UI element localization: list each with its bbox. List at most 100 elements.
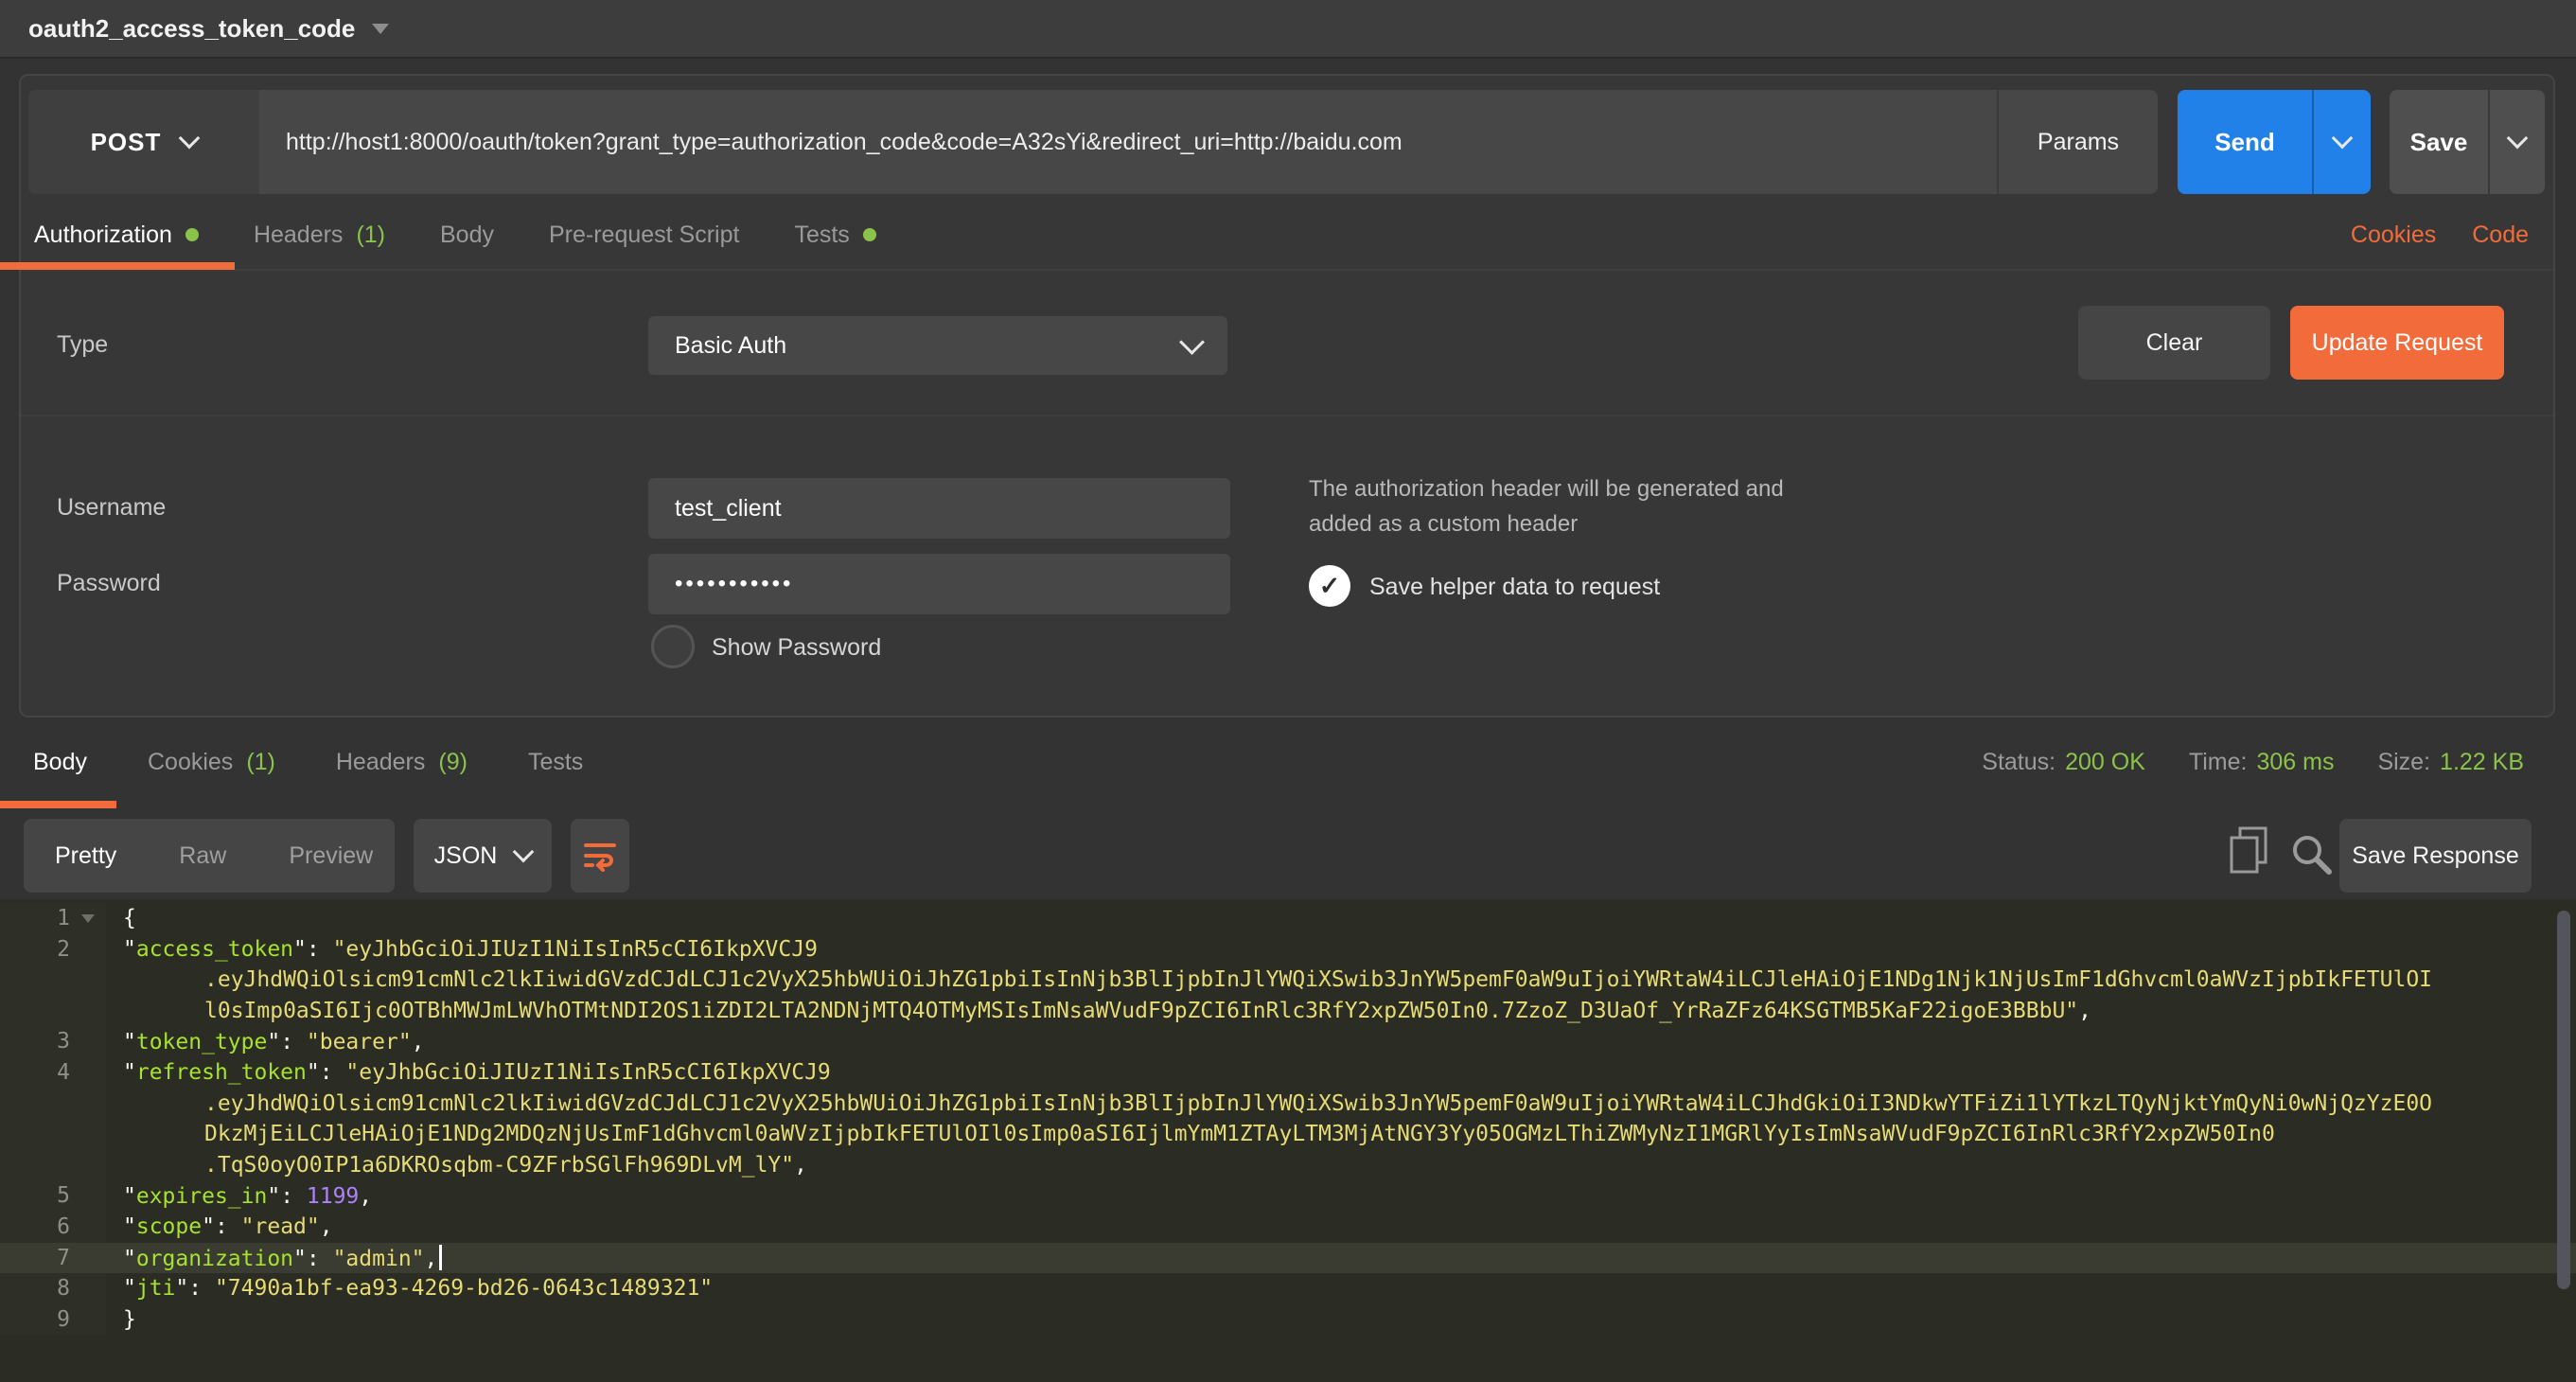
code-text: .eyJhdWQiOlsicm91cmNlc2lkIiwidGVzdCJdLCJ… (106, 1091, 2432, 1116)
params-button[interactable]: Params (1997, 90, 2158, 194)
code-line: 2"access_token": "eyJhbGciOiJIUzI1NiIsIn… (0, 934, 2576, 966)
line-number (0, 1089, 106, 1120)
auth-type-value: Basic Auth (675, 332, 786, 360)
tab-body-label: Body (440, 221, 494, 249)
wrap-text-button[interactable] (571, 819, 629, 893)
url-input[interactable]: http://host1:8000/oauth/token?grant_type… (259, 90, 1997, 194)
update-request-button[interactable]: Update Request (2290, 306, 2504, 380)
code-line: 8"jti": "7490a1bf-ea93-4269-bd26-0643c14… (0, 1273, 2576, 1304)
copy-response-button[interactable] (2228, 825, 2271, 881)
request-title-caret-icon[interactable] (372, 24, 389, 34)
time-value: 306 ms (2256, 749, 2334, 776)
clear-button[interactable]: Clear (2078, 306, 2270, 380)
scrollbar-thumb[interactable] (2557, 911, 2570, 1289)
code-text: "refresh_token": "eyJhbGciOiJIUzI1NiIsIn… (106, 1060, 831, 1085)
code-text: .TqS0oyO0IP1a6DKROsqbm-C9ZFrbSGlFh969DLv… (106, 1153, 807, 1178)
method-dropdown[interactable]: POST (28, 90, 259, 194)
auth-helper-text: The authorization header will be generat… (1309, 471, 1784, 541)
chevron-down-icon (2507, 128, 2529, 150)
response-body-viewer: 1{2"access_token": "eyJhbGciOiJIUzI1NiIs… (0, 899, 2576, 1382)
tab-headers-count: (1) (356, 221, 385, 249)
tab-authorization-label: Authorization (34, 221, 172, 249)
code-text: "scope": "read", (106, 1214, 333, 1239)
request-title: oauth2_access_token_code (28, 14, 355, 44)
code-line: 5"expires_in": 1199, (0, 1180, 2576, 1212)
code-line-wrap: l0sImp0aSI6Ijc0OTBhMWJmLWVhOTMtNDI2OS1iZ… (0, 996, 2576, 1027)
line-number (0, 965, 106, 996)
code-rows: 1{2"access_token": "eyJhbGciOiJIUzI1NiIs… (0, 903, 2576, 1335)
chevron-down-icon (1179, 329, 1205, 355)
status-value: 200 OK (2065, 749, 2145, 776)
code-line: 4"refresh_token": "eyJhbGciOiJIUzI1NiIsI… (0, 1057, 2576, 1089)
green-dot-icon (863, 228, 876, 241)
save-options-button[interactable] (2488, 90, 2545, 194)
cookies-link[interactable]: Cookies (2351, 221, 2436, 249)
send-label[interactable]: Send (2178, 90, 2312, 194)
response-view-switcher: Pretty Raw Preview (24, 819, 395, 893)
request-tabs: Authorization Headers (1) Body Pre-reque… (34, 204, 876, 266)
tab-tests-label: Tests (794, 221, 849, 249)
tab-prerequest-script[interactable]: Pre-request Script (549, 221, 739, 249)
code-text: DkzMjEiLCJleHAiOjE1NDg2MDQzNjUsImF1dGhvc… (106, 1122, 2275, 1146)
save-helper-checkbox[interactable]: ✓ (1309, 565, 1350, 607)
code-text: } (106, 1307, 136, 1332)
code-line-wrap: DkzMjEiLCJleHAiOjE1NDg2MDQzNjUsImF1dGhvc… (0, 1119, 2576, 1150)
code-line: 3"token_type": "bearer", (0, 1026, 2576, 1057)
auth-helper-text-line1: The authorization header will be generat… (1309, 471, 1784, 506)
response-tabs: Body Cookies (1) Headers (9) Tests (33, 731, 583, 793)
response-tab-tests[interactable]: Tests (528, 749, 583, 776)
search-response-button[interactable] (2288, 831, 2334, 881)
response-tab-headers-count: (9) (438, 749, 468, 776)
response-tab-cookies[interactable]: Cookies (1) (148, 749, 275, 776)
tab-tests[interactable]: Tests (794, 221, 875, 249)
show-password-label: Show Password (712, 634, 881, 662)
line-number: 3 (0, 1026, 106, 1057)
url-bar: POST http://host1:8000/oauth/token?grant… (28, 90, 2158, 194)
save-button[interactable]: Save (2390, 90, 2545, 194)
tab-headers[interactable]: Headers (1) (254, 221, 385, 249)
code-line-wrap: .eyJhdWQiOlsicm91cmNlc2lkIiwidGVzdCJdLCJ… (0, 1089, 2576, 1120)
wrap-text-icon (583, 840, 617, 872)
chevron-down-icon (179, 128, 201, 150)
send-options-button[interactable] (2312, 90, 2371, 194)
tab-authorization[interactable]: Authorization (34, 221, 199, 249)
code-line-wrap: .TqS0oyO0IP1a6DKROsqbm-C9ZFrbSGlFh969DLv… (0, 1150, 2576, 1181)
line-number: 9 (0, 1304, 106, 1336)
show-password-radio[interactable] (651, 625, 695, 668)
line-number: 6 (0, 1212, 106, 1243)
size-value: 1.22 KB (2440, 749, 2524, 776)
line-number: 7 (0, 1243, 106, 1274)
send-button[interactable]: Send (2178, 90, 2371, 194)
line-number (0, 1119, 106, 1150)
response-tab-headers[interactable]: Headers (9) (336, 749, 468, 776)
save-helper-label: Save helper data to request (1369, 574, 1660, 601)
view-pretty-button[interactable]: Pretty (24, 842, 148, 870)
line-number: 2 (0, 934, 106, 966)
fold-caret-icon[interactable] (81, 914, 95, 923)
password-field[interactable]: ••••••••••• (648, 554, 1230, 614)
code-link[interactable]: Code (2472, 221, 2529, 249)
tab-headers-label: Headers (254, 221, 344, 249)
view-raw-button[interactable]: Raw (148, 842, 257, 870)
response-status-bar: Status: 200 OK Time: 306 ms Size: 1.22 K… (1982, 731, 2524, 793)
response-tab-headers-label: Headers (336, 749, 426, 776)
save-response-button[interactable]: Save Response (2339, 819, 2532, 893)
green-dot-icon (185, 228, 199, 241)
username-field[interactable]: test_client (648, 478, 1230, 539)
response-format-select[interactable]: JSON (414, 819, 552, 893)
time-label: Time: (2189, 749, 2248, 776)
response-tab-body[interactable]: Body (33, 749, 87, 776)
tab-body[interactable]: Body (440, 221, 494, 249)
view-preview-button[interactable]: Preview (257, 842, 404, 870)
type-label: Type (57, 331, 108, 359)
status-label: Status: (1982, 749, 2056, 776)
title-bar: oauth2_access_token_code (0, 0, 2576, 59)
save-label[interactable]: Save (2390, 90, 2488, 194)
code-text: "organization": "admin", (106, 1245, 442, 1271)
code-line-wrap: .eyJhdWQiOlsicm91cmNlc2lkIiwidGVzdCJdLCJ… (0, 965, 2576, 996)
text-cursor (439, 1245, 442, 1270)
auth-type-select[interactable]: Basic Auth (648, 316, 1227, 375)
search-icon (2288, 831, 2334, 877)
code-text: "expires_in": 1199, (106, 1184, 372, 1209)
code-text: { (106, 906, 136, 930)
